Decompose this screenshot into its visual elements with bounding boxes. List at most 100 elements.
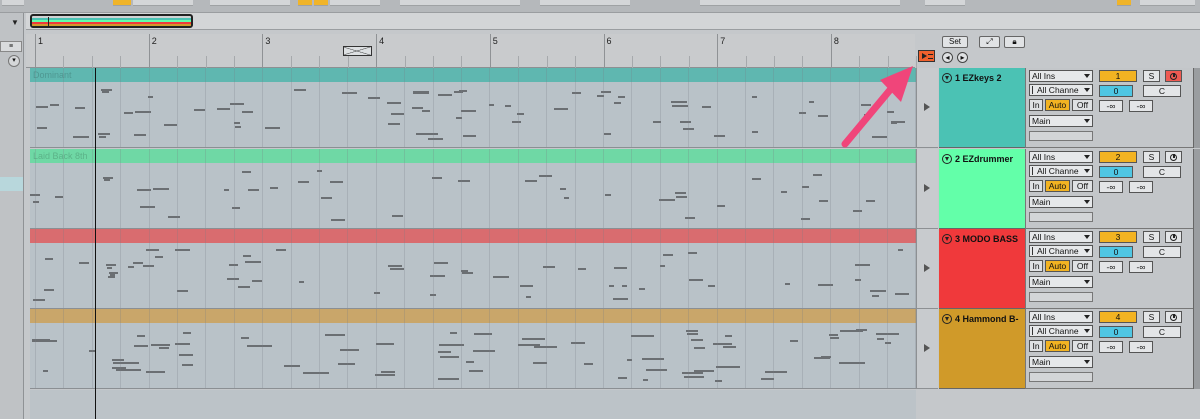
volume-field[interactable]: 0 bbox=[1099, 246, 1133, 258]
midi-note[interactable] bbox=[303, 372, 329, 374]
midi-note[interactable] bbox=[684, 376, 704, 378]
track-title[interactable]: 1 EZkeys 2 bbox=[942, 73, 1002, 83]
midi-note[interactable] bbox=[785, 283, 790, 285]
midi-note[interactable] bbox=[520, 285, 533, 287]
midi-note[interactable] bbox=[613, 298, 628, 300]
track-title[interactable]: 2 EZdrummer bbox=[942, 154, 1013, 164]
midi-note[interactable] bbox=[245, 261, 261, 263]
lock-icon[interactable]: 🔒︎ bbox=[1004, 36, 1025, 48]
midi-note[interactable] bbox=[604, 133, 611, 135]
midi-note[interactable] bbox=[438, 94, 452, 96]
monitor-in-button[interactable]: In bbox=[1029, 260, 1043, 272]
input-channel-chooser[interactable]: All Channe bbox=[1029, 245, 1093, 257]
toolbar-segment-active[interactable] bbox=[314, 0, 328, 6]
midi-note[interactable] bbox=[554, 108, 568, 110]
midi-note[interactable] bbox=[412, 107, 423, 109]
previous-locator-icon[interactable]: ◂ bbox=[942, 52, 953, 63]
toolbar-segment-active[interactable] bbox=[1117, 0, 1131, 6]
midi-note[interactable] bbox=[45, 258, 53, 260]
midi-note[interactable] bbox=[898, 249, 903, 251]
send-b-field[interactable]: -∞ bbox=[1129, 261, 1153, 273]
toolbar-segment[interactable] bbox=[400, 0, 520, 6]
midi-note[interactable] bbox=[110, 274, 115, 276]
track-name[interactable]: 3 MODO BASS bbox=[955, 234, 1018, 244]
clip-header[interactable] bbox=[30, 309, 916, 323]
track-lane-4[interactable] bbox=[30, 309, 916, 389]
track-activator-button[interactable]: 1 bbox=[1099, 70, 1137, 82]
midi-note[interactable] bbox=[102, 91, 109, 93]
midi-note[interactable] bbox=[387, 102, 401, 104]
clip-launch-slot-4[interactable] bbox=[916, 309, 938, 389]
play-icon[interactable] bbox=[924, 103, 930, 111]
midi-note[interactable] bbox=[781, 191, 787, 193]
midi-note[interactable] bbox=[450, 332, 457, 334]
midi-note[interactable] bbox=[614, 102, 621, 104]
midi-note[interactable] bbox=[564, 197, 569, 199]
midi-note[interactable] bbox=[855, 264, 870, 266]
midi-note[interactable] bbox=[325, 334, 345, 336]
midi-note[interactable] bbox=[153, 188, 169, 190]
midi-note[interactable] bbox=[671, 101, 687, 103]
midi-note[interactable] bbox=[694, 347, 705, 349]
solo-button[interactable]: S bbox=[1143, 311, 1160, 323]
midi-note[interactable] bbox=[104, 179, 110, 181]
midi-note[interactable] bbox=[33, 201, 39, 203]
midi-note[interactable] bbox=[473, 350, 495, 352]
midi-note[interactable] bbox=[631, 335, 654, 337]
track-header[interactable]: 4 Hammond B- bbox=[939, 309, 1025, 389]
midi-note[interactable] bbox=[761, 378, 774, 380]
midi-note[interactable] bbox=[458, 180, 470, 182]
midi-note[interactable] bbox=[717, 205, 725, 207]
toolbar-segment[interactable] bbox=[1140, 0, 1195, 6]
input-channel-chooser[interactable]: All Channe bbox=[1029, 165, 1093, 177]
monitor-auto-button[interactable]: Auto bbox=[1045, 340, 1070, 352]
midi-note[interactable] bbox=[330, 181, 343, 183]
track-header[interactable]: 2 EZdrummer bbox=[939, 149, 1025, 229]
midi-clip-body[interactable] bbox=[30, 82, 916, 147]
next-locator-icon[interactable]: ▸ bbox=[957, 52, 968, 63]
midi-note[interactable] bbox=[672, 105, 688, 107]
track-name[interactable]: 4 Hammond B- bbox=[955, 314, 1019, 324]
midi-note[interactable] bbox=[659, 199, 675, 201]
midi-note[interactable] bbox=[725, 335, 732, 337]
solo-button[interactable]: S bbox=[1143, 151, 1160, 163]
toolbar-segment-active[interactable] bbox=[298, 0, 312, 6]
midi-note[interactable] bbox=[183, 332, 191, 334]
midi-note[interactable] bbox=[752, 178, 761, 180]
midi-note[interactable] bbox=[689, 279, 703, 281]
midi-note[interactable] bbox=[790, 340, 798, 342]
track-lane-1[interactable]: Dominant bbox=[30, 68, 916, 148]
output-channel-chooser[interactable] bbox=[1029, 372, 1093, 382]
midi-note[interactable] bbox=[694, 370, 714, 372]
midi-note[interactable] bbox=[572, 92, 581, 94]
midi-note[interactable] bbox=[505, 105, 511, 107]
volume-field[interactable]: 0 bbox=[1099, 166, 1133, 178]
fold-chevron-icon[interactable] bbox=[942, 73, 952, 83]
midi-note[interactable] bbox=[238, 286, 250, 288]
midi-note[interactable] bbox=[765, 371, 787, 373]
send-a-field[interactable]: -∞ bbox=[1099, 100, 1123, 112]
midi-note[interactable] bbox=[688, 252, 697, 254]
midi-note[interactable] bbox=[155, 256, 163, 258]
midi-note[interactable] bbox=[646, 369, 667, 371]
midi-note[interactable] bbox=[819, 200, 828, 202]
midi-note[interactable] bbox=[391, 113, 404, 115]
midi-note[interactable] bbox=[112, 359, 124, 361]
midi-note[interactable] bbox=[79, 262, 89, 264]
midi-note[interactable] bbox=[723, 346, 736, 348]
midi-note[interactable] bbox=[179, 354, 193, 356]
midi-note[interactable] bbox=[106, 264, 116, 266]
midi-note[interactable] bbox=[331, 219, 345, 221]
midi-note[interactable] bbox=[618, 96, 625, 98]
send-b-field[interactable]: -∞ bbox=[1129, 181, 1153, 193]
midi-note[interactable] bbox=[682, 372, 703, 374]
midi-note[interactable] bbox=[675, 192, 686, 194]
send-a-field[interactable]: -∞ bbox=[1099, 261, 1123, 273]
midi-note[interactable] bbox=[224, 189, 229, 191]
filter-icon[interactable]: ▾ bbox=[8, 55, 20, 67]
arrangement-overview[interactable] bbox=[26, 13, 1200, 30]
toolbar-segment[interactable] bbox=[925, 0, 965, 6]
midi-note[interactable] bbox=[75, 107, 85, 109]
midi-note[interactable] bbox=[469, 370, 483, 372]
midi-note[interactable] bbox=[830, 337, 839, 339]
